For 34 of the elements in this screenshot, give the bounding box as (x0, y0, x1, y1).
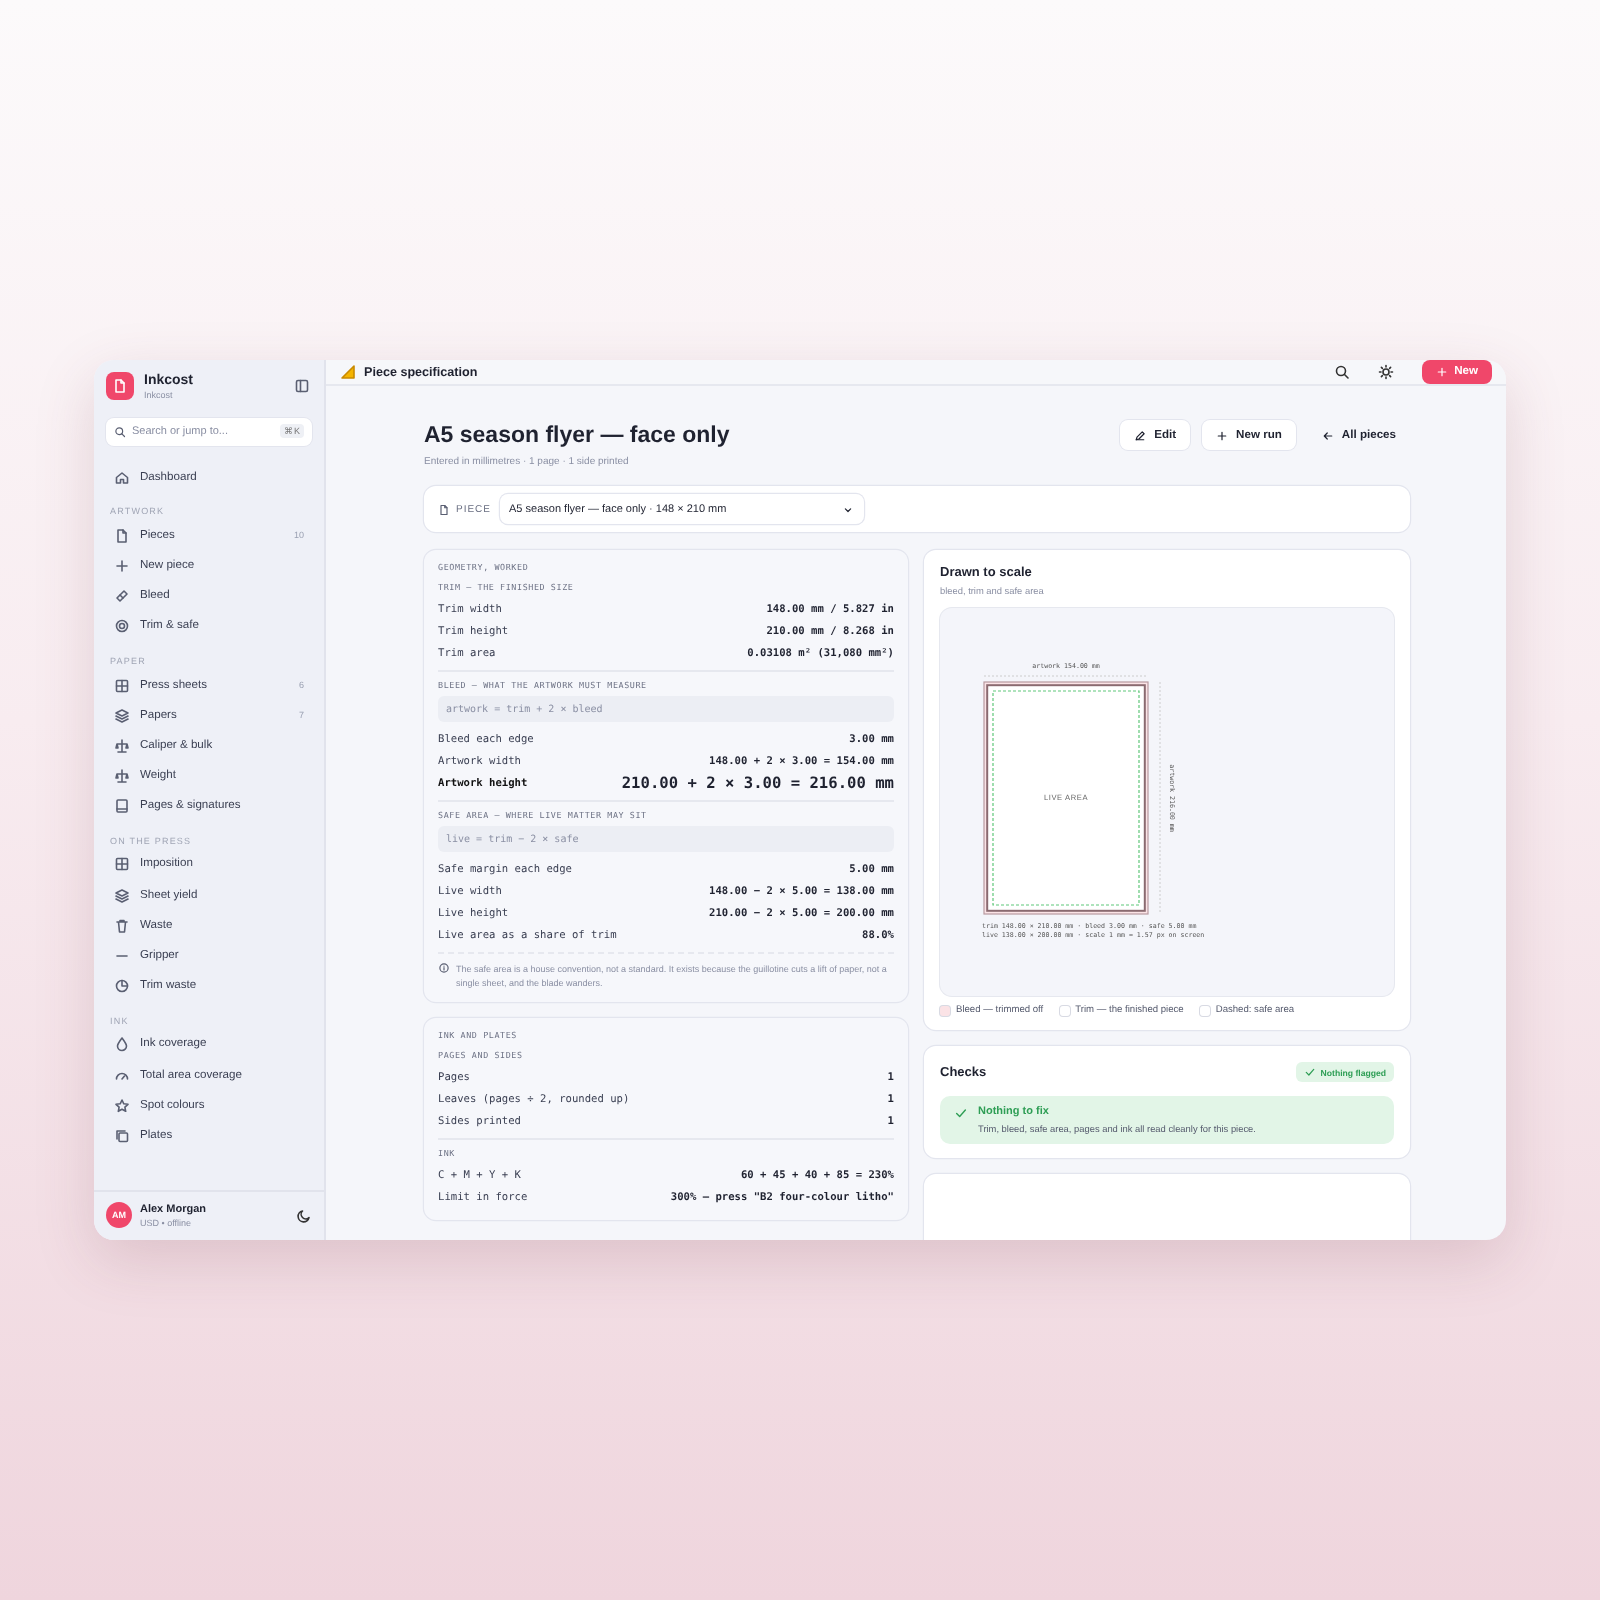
layers-icon (114, 707, 130, 724)
sun-icon[interactable] (1378, 364, 1395, 380)
app-logo (106, 372, 134, 400)
balance-icon (114, 737, 130, 754)
document-icon (438, 503, 450, 515)
house-icon (114, 469, 130, 486)
star-icon (114, 1097, 130, 1114)
droplet-icon (114, 1036, 130, 1053)
copy-icon (114, 1127, 130, 1144)
check-icon (954, 1106, 968, 1120)
arrow-left-icon (1321, 429, 1334, 441)
plus-icon (1436, 366, 1449, 378)
grid-icon (114, 856, 130, 873)
book-icon (114, 798, 130, 815)
gauge-icon (114, 1067, 130, 1084)
sidebar-toggle-button[interactable] (294, 377, 312, 395)
pie-icon (114, 978, 130, 995)
moon-icon[interactable] (296, 1207, 312, 1223)
layers-icon (114, 887, 130, 904)
balance-icon (114, 768, 130, 785)
trash-icon (114, 917, 130, 934)
check-icon (1304, 1066, 1317, 1078)
info-icon (438, 962, 450, 974)
search-icon[interactable] (1334, 364, 1351, 380)
grid-icon (114, 677, 130, 694)
page-title: A5 season flyer — face only (424, 424, 730, 448)
pencil-icon (1134, 429, 1147, 441)
plus-icon (1216, 429, 1229, 441)
chevron-down-icon (841, 503, 854, 515)
plus-icon (114, 557, 130, 574)
target-icon (114, 618, 130, 635)
ruler-icon (114, 588, 130, 605)
search-icon (114, 426, 126, 438)
document-icon (114, 527, 130, 544)
